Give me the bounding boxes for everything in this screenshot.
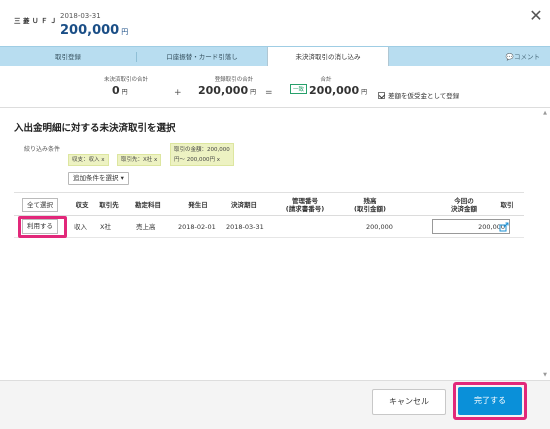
grand-total-label: 合計	[320, 77, 332, 83]
scroll-down-icon[interactable]: ▼	[542, 372, 548, 378]
cell-account: 売上高	[136, 223, 156, 231]
column-header: 管理番号 (請求書番号)	[285, 197, 325, 213]
filter-chip-amount-line2: 円～ 200,000円 x	[174, 157, 220, 163]
column-header: 勘定科目	[135, 201, 161, 209]
transaction-amount: 200,000 円	[60, 23, 128, 38]
table-header: 全て選択 収支 取引先 勘定科目 発生日 決済期日 管理番号 (請求書番号) 残…	[14, 192, 524, 216]
register-difference-checkbox[interactable]	[378, 91, 385, 99]
column-header: 今回の 決済金額	[451, 197, 477, 213]
tab-bar: 取引登録 口座振替・カード引落し 未決済取引の消し込み 💬コメント	[0, 46, 550, 67]
close-icon[interactable]: ✕	[528, 8, 544, 24]
grand-total-value: 一致 200,000 円	[290, 84, 367, 97]
yen-unit: 円	[361, 89, 368, 96]
register-difference-option[interactable]: 差額を仮受金として登録	[378, 90, 459, 100]
tab-account-transfer[interactable]: 口座振替・カード引落し	[137, 47, 267, 67]
tab-register-transaction[interactable]: 取引登録	[0, 47, 136, 67]
cell-type: 収入	[74, 223, 87, 231]
filter-label: 絞り込み条件	[24, 146, 61, 153]
column-header: 決済期日	[231, 201, 257, 209]
cell-partner: X社	[100, 223, 111, 231]
registered-total-label: 登録取引の合計	[214, 77, 254, 83]
register-difference-label: 差額を仮受金として登録	[388, 92, 460, 100]
dialog-header: 三菱ＵＦＪ 2018-03-31 200,000 円 ✕	[0, 0, 550, 46]
column-header: 発生日	[188, 201, 208, 209]
scroll-up-icon[interactable]: ▲	[542, 110, 548, 116]
summary-bar: 未決済取引の合計 0円 + 登録取引の合計 200,000 円 = 合計 一致 20…	[0, 66, 550, 108]
yen-unit: 円	[121, 89, 128, 96]
vertical-scrollbar[interactable]: ▲ ▼	[542, 110, 548, 378]
registered-total-value: 200,000 円	[198, 84, 256, 97]
unsettled-total-number: 0	[112, 84, 120, 97]
tab-unsettled-reconcile[interactable]: 未決済取引の消し込み	[267, 47, 389, 67]
filter-chip-amount-line1: 取引の金額：200,000	[174, 147, 230, 153]
cell-balance: 200,000	[366, 223, 393, 231]
currency-unit: 円	[121, 28, 129, 36]
equals-operator: =	[265, 88, 273, 98]
match-badge: 一致	[290, 84, 308, 94]
registered-total-number: 200,000	[198, 84, 249, 97]
open-transaction-icon[interactable]	[498, 216, 510, 238]
column-header: 収支	[75, 201, 89, 209]
grand-total-number: 200,000	[309, 84, 360, 97]
bank-name: 三菱ＵＦＪ	[14, 17, 59, 25]
comment-button[interactable]: 💬コメント	[506, 47, 540, 67]
main-content: 入出金明細に対する未決済取引を選択 絞り込み条件 収支：収入 x 取引先：X社 …	[0, 108, 550, 380]
plus-operator: +	[174, 88, 182, 98]
cell-due-date: 2018-03-31	[226, 223, 264, 231]
section-title: 入出金明細に対する未決済取引を選択	[14, 123, 176, 134]
cell-date: 2018-02-01	[178, 223, 216, 231]
cancel-button[interactable]: キャンセル	[372, 389, 446, 415]
complete-button[interactable]: 完了する	[458, 387, 522, 415]
add-condition-select[interactable]: 追加条件を選択 ▾	[68, 172, 129, 185]
select-all-button[interactable]: 全て選択	[22, 198, 58, 212]
column-header: 取引	[500, 201, 514, 209]
table-row: 利用する 収入 X社 売上高 2018-02-01 2018-03-31 200…	[14, 216, 524, 238]
use-transaction-button[interactable]: 利用する	[22, 219, 58, 234]
filter-chip-amount[interactable]: 取引の金額：200,000 円～ 200,000円 x	[170, 143, 234, 166]
unsettled-total-label: 未決済取引の合計	[103, 77, 148, 83]
column-header: 取引先	[99, 201, 119, 209]
transaction-date: 2018-03-31	[60, 12, 101, 20]
filter-chip-partner[interactable]: 取引先：X社 x	[117, 154, 162, 166]
unsettled-total-value: 0円	[112, 84, 128, 97]
dialog-footer: キャンセル 完了する	[0, 380, 550, 429]
transaction-amount-value: 200,000	[60, 23, 120, 38]
column-header: 残高 (取引金額)	[354, 197, 386, 213]
filter-chip-type[interactable]: 収支：収入 x	[68, 154, 109, 166]
yen-unit: 円	[250, 89, 257, 96]
